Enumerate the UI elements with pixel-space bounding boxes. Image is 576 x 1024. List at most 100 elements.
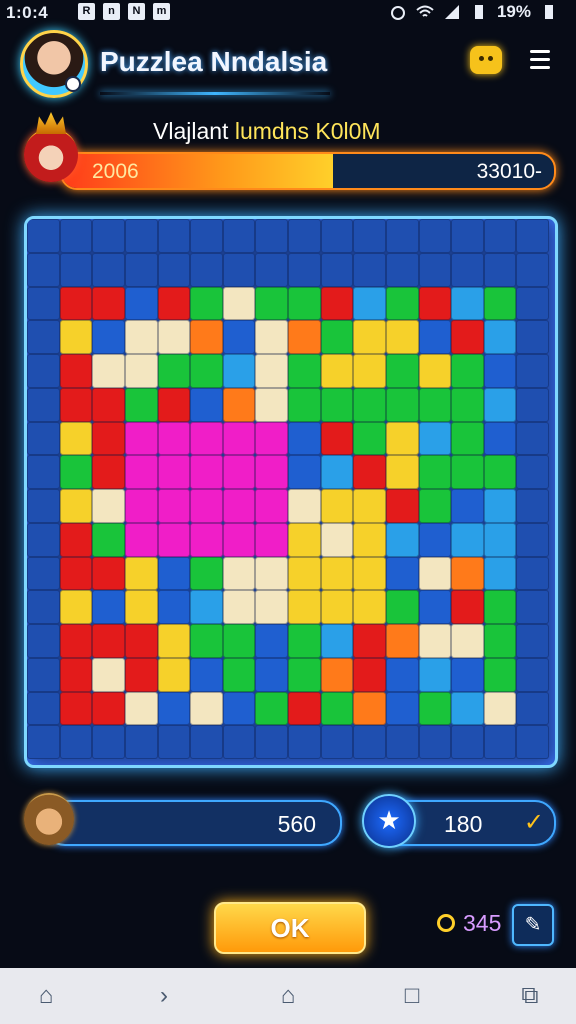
puzzle-piece[interactable] [124, 624, 158, 658]
puzzle-piece[interactable] [320, 421, 354, 456]
puzzle-piece[interactable] [59, 556, 93, 591]
puzzle-piece[interactable] [288, 320, 321, 354]
puzzle-piece[interactable] [320, 590, 354, 624]
puzzle-piece[interactable] [190, 590, 223, 624]
puzzle-piece[interactable] [92, 590, 125, 624]
puzzle-piece[interactable] [418, 725, 452, 759]
puzzle-piece[interactable] [222, 489, 256, 523]
puzzle-piece[interactable] [222, 590, 256, 624]
puzzle-piece[interactable] [385, 489, 419, 523]
puzzle-piece[interactable] [451, 522, 484, 557]
puzzle-piece[interactable] [288, 252, 321, 287]
puzzle-piece[interactable] [124, 489, 158, 523]
puzzle-piece[interactable] [92, 556, 125, 591]
puzzle-piece[interactable] [157, 657, 191, 692]
puzzle-piece[interactable] [92, 455, 125, 489]
puzzle-piece[interactable] [483, 489, 517, 523]
puzzle-piece[interactable] [190, 320, 223, 354]
puzzle-piece[interactable] [255, 522, 288, 557]
square-icon[interactable]: □ [398, 982, 426, 1010]
puzzle-piece[interactable] [190, 421, 223, 456]
puzzle-piece[interactable] [124, 286, 158, 321]
puzzle-piece[interactable] [27, 320, 60, 354]
puzzle-piece[interactable] [222, 286, 256, 321]
puzzle-piece[interactable] [288, 556, 321, 591]
puzzle-piece[interactable] [157, 421, 191, 456]
puzzle-piece[interactable] [418, 489, 452, 523]
puzzle-piece[interactable] [353, 522, 386, 557]
puzzle-piece[interactable] [27, 354, 60, 388]
puzzle-piece[interactable] [353, 354, 386, 388]
puzzle-piece[interactable] [222, 387, 256, 422]
puzzle-piece[interactable] [418, 387, 452, 422]
puzzle-piece[interactable] [124, 455, 158, 489]
puzzle-piece[interactable] [353, 725, 386, 759]
puzzle-piece[interactable] [59, 252, 93, 287]
puzzle-piece[interactable] [451, 657, 484, 692]
puzzle-piece[interactable] [190, 691, 223, 726]
puzzle-piece[interactable] [385, 590, 419, 624]
puzzle-piece[interactable] [190, 489, 223, 523]
puzzle-piece[interactable] [483, 691, 517, 726]
puzzle-piece[interactable] [27, 657, 60, 692]
puzzle-piece[interactable] [320, 387, 354, 422]
puzzle-piece[interactable] [92, 691, 125, 726]
puzzle-piece[interactable] [157, 489, 191, 523]
puzzle-piece[interactable] [516, 725, 549, 759]
puzzle-piece[interactable] [124, 252, 158, 287]
puzzle-piece[interactable] [27, 286, 60, 321]
puzzle-board[interactable] [24, 216, 558, 768]
puzzle-piece[interactable] [451, 489, 484, 523]
puzzle-piece[interactable] [483, 286, 517, 321]
puzzle-piece[interactable] [255, 691, 288, 726]
puzzle-piece[interactable] [92, 624, 125, 658]
puzzle-piece[interactable] [255, 387, 288, 422]
puzzle-piece[interactable] [451, 387, 484, 422]
puzzle-piece[interactable] [288, 286, 321, 321]
puzzle-piece[interactable] [418, 657, 452, 692]
puzzle-piece[interactable] [92, 489, 125, 523]
puzzle-piece[interactable] [385, 624, 419, 658]
puzzle-piece[interactable] [157, 252, 191, 287]
puzzle-piece[interactable] [92, 421, 125, 456]
puzzle-piece[interactable] [124, 725, 158, 759]
puzzle-piece[interactable] [190, 725, 223, 759]
puzzle-piece[interactable] [190, 624, 223, 658]
puzzle-piece[interactable] [483, 387, 517, 422]
puzzle-piece[interactable] [320, 691, 354, 726]
puzzle-piece[interactable] [385, 252, 419, 287]
puzzle-piece[interactable] [222, 421, 256, 456]
puzzle-piece[interactable] [385, 657, 419, 692]
puzzle-piece[interactable] [353, 556, 386, 591]
puzzle-piece[interactable] [451, 624, 484, 658]
puzzle-piece[interactable] [483, 624, 517, 658]
puzzle-piece[interactable] [288, 489, 321, 523]
puzzle-piece[interactable] [157, 556, 191, 591]
puzzle-piece[interactable] [418, 590, 452, 624]
puzzle-piece[interactable] [157, 691, 191, 726]
puzzle-piece[interactable] [353, 421, 386, 456]
puzzle-piece[interactable] [288, 354, 321, 388]
puzzle-piece[interactable] [124, 387, 158, 422]
puzzle-piece[interactable] [288, 219, 321, 253]
puzzle-piece[interactable] [451, 320, 484, 354]
puzzle-piece[interactable] [157, 354, 191, 388]
puzzle-piece[interactable] [190, 219, 223, 253]
puzzle-piece[interactable] [451, 219, 484, 253]
puzzle-piece[interactable] [418, 252, 452, 287]
puzzle-piece[interactable] [385, 387, 419, 422]
puzzle-piece[interactable] [222, 354, 256, 388]
puzzle-piece[interactable] [288, 421, 321, 456]
puzzle-grid[interactable] [27, 219, 555, 765]
puzzle-piece[interactable] [516, 624, 549, 658]
puzzle-piece[interactable] [353, 657, 386, 692]
check-icon[interactable]: ✓ [524, 808, 544, 837]
puzzle-piece[interactable] [59, 320, 93, 354]
chat-icon[interactable] [470, 46, 502, 74]
puzzle-piece[interactable] [255, 624, 288, 658]
puzzle-piece[interactable] [451, 725, 484, 759]
puzzle-piece[interactable] [385, 320, 419, 354]
puzzle-piece[interactable] [320, 252, 354, 287]
puzzle-piece[interactable] [92, 320, 125, 354]
puzzle-piece[interactable] [353, 252, 386, 287]
